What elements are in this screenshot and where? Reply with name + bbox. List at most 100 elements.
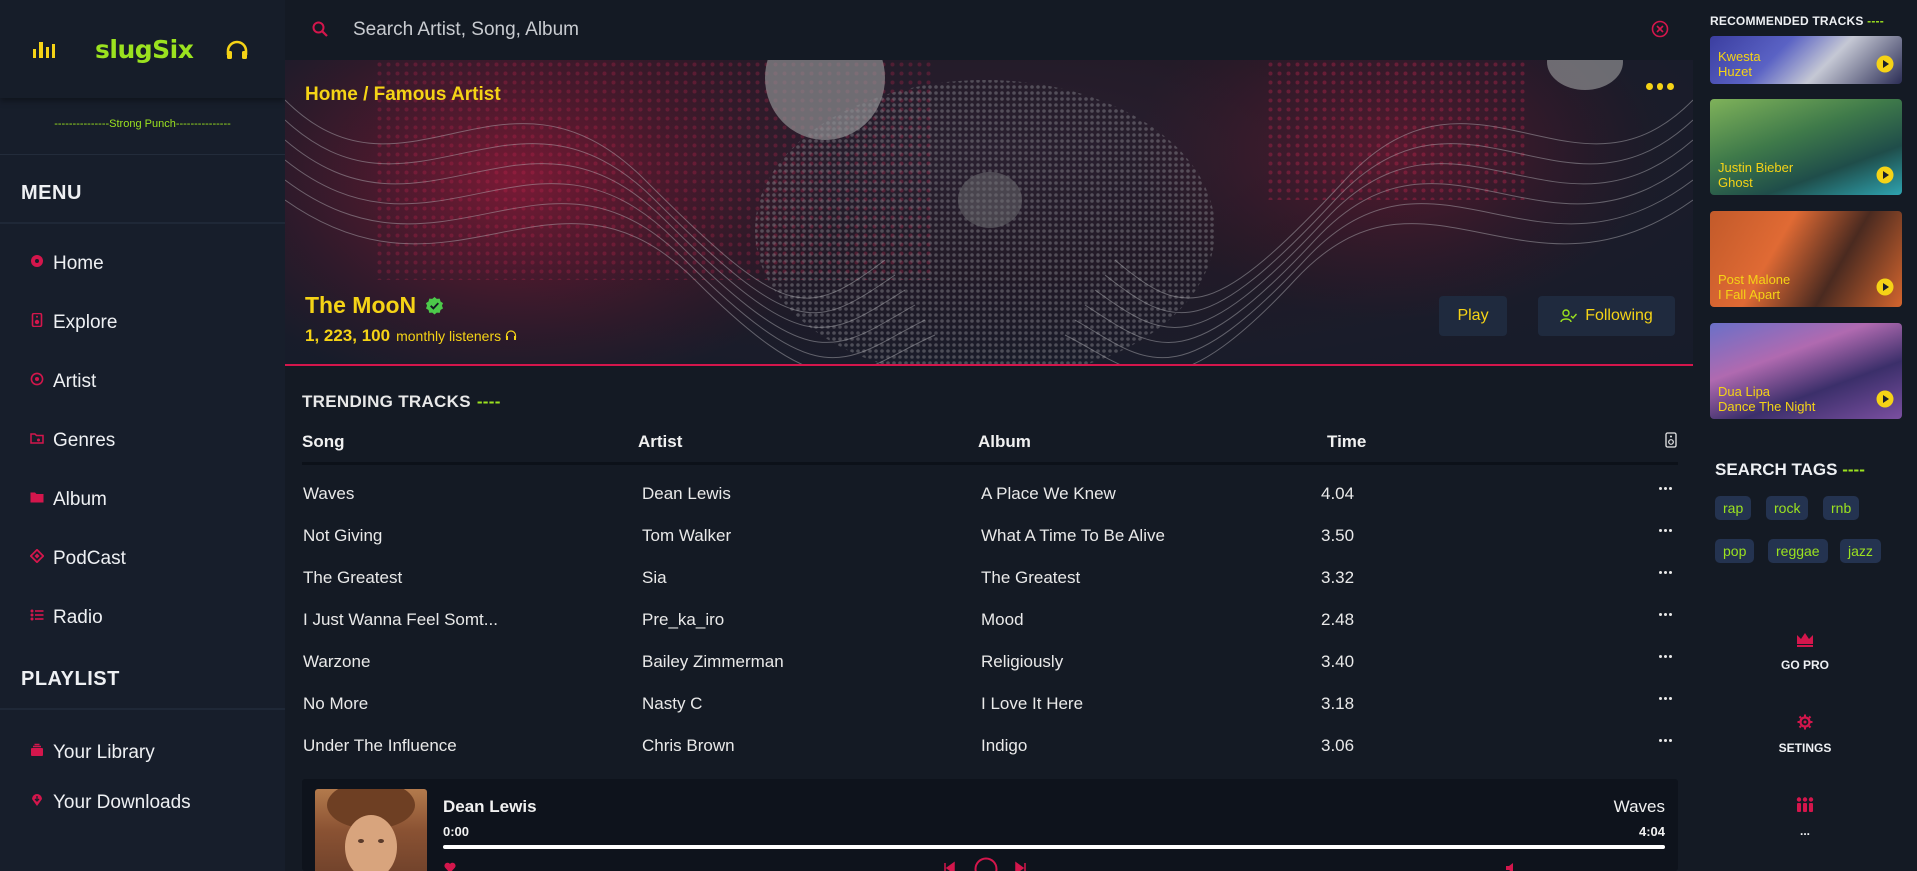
sidebar-item-home[interactable]: Home (0, 234, 285, 293)
go-pro-button[interactable]: GO PRO (1693, 630, 1917, 672)
following-button[interactable]: Following (1538, 296, 1675, 336)
breadcrumb[interactable]: Home / Famous Artist (305, 84, 501, 106)
recommended-track-card[interactable]: Kwesta Huzet (1710, 36, 1902, 84)
sidebar-item-podcast[interactable]: PodCast (0, 529, 285, 588)
track-album: Mood (981, 610, 1024, 629)
track-album: A Place We Knew (981, 484, 1116, 503)
headphones-icon[interactable] (226, 40, 248, 60)
track-time: 3.06 (1321, 736, 1355, 755)
table-row[interactable]: Waves Dean Lewis A Place We Knew 4.04 (302, 473, 1678, 515)
sidebar-item-explore[interactable]: Explore (0, 293, 285, 352)
play-pause-icon[interactable] (974, 857, 998, 871)
tagline: ---------------Strong Punch-------------… (54, 118, 231, 130)
tag-reggae[interactable]: reggae (1768, 539, 1828, 563)
sidebar-item-label: Your Library (53, 742, 155, 763)
play-button[interactable]: Play (1439, 296, 1507, 336)
recommended-track-card[interactable]: Justin Bieber Ghost (1710, 99, 1902, 195)
more-icon[interactable] (1659, 571, 1673, 575)
search-icon[interactable] (311, 20, 329, 38)
now-playing-bar: Dean Lewis Waves 0:00 4:04 (302, 779, 1678, 871)
player-artist: Dean Lewis (443, 797, 537, 816)
recommended-track-label: Post Malone I Fall Apart (1718, 272, 1790, 302)
progress-bar[interactable] (443, 845, 1665, 849)
sidebar-item-album[interactable]: Album (0, 470, 285, 529)
track-artist: Chris Brown (642, 736, 735, 755)
track-song: I Just Wanna Feel Somt... (303, 610, 498, 629)
tag-rock[interactable]: rock (1766, 496, 1809, 520)
recommended-track-card[interactable]: Post Malone I Fall Apart (1710, 211, 1902, 307)
track-song: Under The Influence (303, 736, 457, 755)
main-menu: Home Explore Artist Genres Album PodCast… (0, 234, 285, 647)
tag-rap[interactable]: rap (1715, 496, 1752, 520)
play-circle-icon[interactable] (1876, 278, 1894, 296)
table-row[interactable]: I Just Wanna Feel Somt... Pre_ka_iro Mood 2… (302, 599, 1678, 641)
more-icon[interactable] (1659, 739, 1673, 743)
folder-icon (30, 490, 44, 504)
sidebar-item-genres[interactable]: Genres (0, 411, 285, 470)
track-time: 3.50 (1321, 526, 1355, 545)
settings-button[interactable]: SETINGS (1693, 713, 1917, 755)
sidebar-item-artist[interactable]: Artist (0, 352, 285, 411)
next-icon[interactable] (1014, 861, 1028, 871)
previous-icon[interactable] (942, 861, 956, 871)
play-circle-icon[interactable] (1876, 166, 1894, 184)
recommended-track-card[interactable]: Dua Lipa Dance The Night (1710, 323, 1902, 419)
more-icon[interactable] (1659, 529, 1673, 533)
search-tags-title: SEARCH TAGS ---- (1715, 460, 1865, 480)
sidebar-item-library[interactable]: Your Library (0, 728, 285, 778)
sidebar-item-label: PodCast (53, 547, 126, 569)
play-circle-icon[interactable] (1876, 390, 1894, 408)
table-row[interactable]: Under The Influence Chris Brown Indigo 3.06 (302, 725, 1678, 767)
brand-header: slugSix (0, 0, 285, 98)
headphones-icon (506, 330, 517, 340)
sidebar-item-label: Your Downloads (53, 792, 191, 813)
player-song: Waves (1613, 797, 1665, 816)
disc-icon (30, 254, 44, 268)
more-icon[interactable] (1659, 613, 1673, 617)
title-dash: ---- (1842, 460, 1865, 479)
track-song: Not Giving (303, 526, 383, 545)
track-artist: Sia (642, 568, 667, 587)
close-icon[interactable] (1651, 20, 1669, 38)
more-icon[interactable] (1659, 487, 1673, 491)
left-sidebar: slugSix ---------------Strong Punch-----… (0, 0, 285, 871)
recommended-song: I Fall Apart (1718, 287, 1781, 302)
more-icon[interactable] (1659, 697, 1673, 701)
track-time: 3.18 (1321, 694, 1355, 713)
tag-pop[interactable]: pop (1715, 539, 1755, 563)
table-row[interactable]: Warzone Bailey Zimmerman Religiously 3.40 (302, 641, 1678, 683)
table-row[interactable]: No More Nasty C I Love It Here 3.18 (302, 683, 1678, 725)
search-input[interactable] (353, 14, 1553, 46)
artist-hero: Home / Famous Artist The MooN 1, 223, 10… (285, 60, 1693, 366)
track-album: I Love It Here (981, 694, 1084, 713)
more-icon[interactable] (1659, 655, 1673, 659)
more-options-icon[interactable] (1646, 83, 1675, 95)
track-artist: Dean Lewis (642, 484, 731, 503)
like-icon[interactable] (443, 861, 457, 871)
table-row[interactable]: The Greatest Sia The Greatest 3.32 (302, 557, 1678, 599)
recommended-track-label: Justin Bieber Ghost (1718, 160, 1793, 190)
sidebar-item-radio[interactable]: Radio (0, 588, 285, 647)
recommended-song: Dance The Night (1718, 399, 1816, 414)
track-time: 4.04 (1321, 484, 1355, 503)
track-artist: Nasty C (642, 694, 703, 713)
crown-icon (1797, 633, 1813, 647)
users-label: ... (1799, 824, 1810, 838)
tracks-table-header: Song Artist Album Time (302, 432, 1678, 465)
tag-jazz[interactable]: jazz (1840, 539, 1881, 563)
search-tags-title-text: SEARCH TAGS (1715, 460, 1838, 479)
volume-icon[interactable] (1504, 861, 1518, 871)
users-button[interactable]: ... (1693, 796, 1917, 838)
tag-rnb[interactable]: rnb (1823, 496, 1860, 520)
sidebar-item-label: Artist (53, 370, 97, 392)
sidebar-item-label: Genres (53, 429, 116, 451)
speaker-icon (1665, 432, 1677, 448)
app-logo[interactable]: slugSix (95, 35, 194, 64)
right-sidebar: RECOMMENDED TRACKS ---- Kwesta Huzet Just… (1693, 0, 1917, 871)
sidebar-item-downloads[interactable]: Your Downloads (0, 778, 285, 828)
settings-icon (1797, 714, 1813, 730)
speaker-icon (30, 312, 44, 327)
recommended-title: RECOMMENDED TRACKS ---- (1710, 14, 1884, 28)
play-circle-icon[interactable] (1876, 55, 1894, 73)
table-row[interactable]: Not Giving Tom Walker What A Time To Be Al… (302, 515, 1678, 557)
